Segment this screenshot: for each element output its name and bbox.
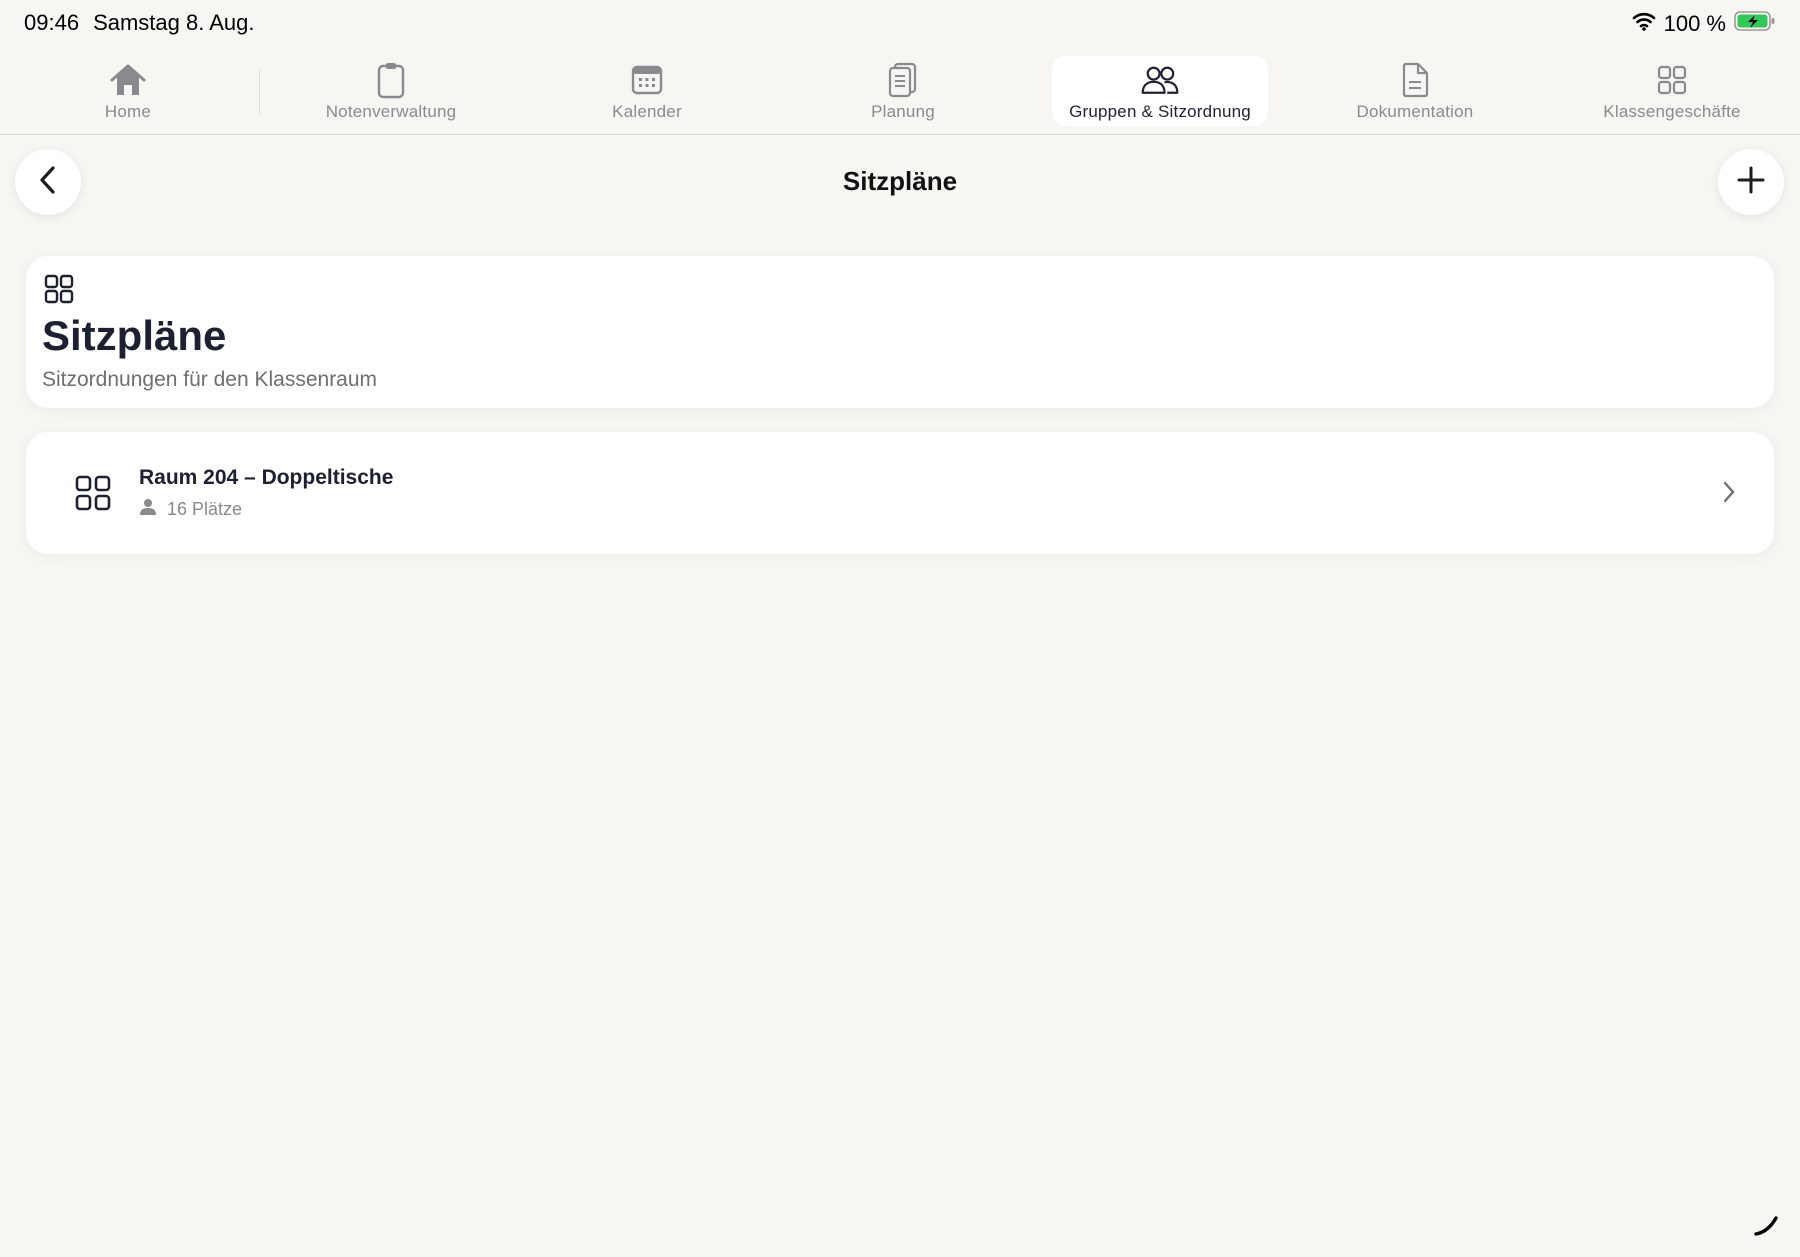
seating-plan-meta: 16 Plätze: [139, 498, 242, 521]
screen: 09:46 Samstag 8. Aug. 100 % Home Notenve…: [0, 0, 1800, 1257]
status-date: Samstag 8. Aug.: [93, 10, 255, 35]
seating-plan-list-item[interactable]: Raum 204 – Doppeltische 16 Plätze: [26, 432, 1774, 554]
calendar-icon: [627, 62, 667, 98]
status-time: 09:46: [24, 10, 80, 35]
status-time-date: 09:46 Samstag 8. Aug.: [24, 10, 255, 36]
tab-label: Planung: [871, 102, 935, 121]
section-title: Sitzpläne: [42, 312, 227, 359]
battery-percentage: 100 %: [1663, 11, 1726, 36]
wifi-icon: [1632, 11, 1656, 37]
battery-charging-icon: [1734, 10, 1776, 38]
tab-label: Dokumentation: [1356, 102, 1474, 121]
seating-plan-title: Raum 204 – Doppeltische: [139, 466, 394, 489]
tab-gruppen-sitzordnung[interactable]: Gruppen & Sitzordnung: [1052, 56, 1268, 126]
tab-dokumentation[interactable]: Dokumentation: [1310, 56, 1520, 126]
tab-bar: Home Notenverwaltung Kalender Planung Gr…: [0, 52, 1800, 135]
tab-label: Notenverwaltung: [325, 102, 457, 121]
tab-label: Klassengeschäfte: [1603, 102, 1741, 121]
tab-label: Home: [104, 102, 152, 121]
tab-label: Kalender: [612, 102, 682, 121]
tab-label: Gruppen & Sitzordnung: [1069, 102, 1251, 121]
plus-icon: [1736, 165, 1766, 200]
chevron-right-icon: [1722, 480, 1736, 509]
grid-icon: [74, 474, 112, 517]
document-icon: [1395, 62, 1435, 98]
pencil-indicator-icon: [1752, 1210, 1780, 1243]
section-subtitle: Sitzordnungen für den Klassenraum: [42, 368, 378, 391]
add-seating-plan-button[interactable]: [1718, 149, 1784, 215]
tab-home[interactable]: Home: [23, 56, 233, 126]
status-bar: 09:46 Samstag 8. Aug. 100 %: [0, 0, 1800, 48]
tab-notenverwaltung[interactable]: Notenverwaltung: [286, 56, 496, 126]
status-right: 100 %: [1632, 10, 1776, 38]
tab-klassengeschaefte[interactable]: Klassengeschäfte: [1567, 56, 1777, 126]
page-title: Sitzpläne: [842, 166, 958, 196]
clipboard-icon: [371, 62, 411, 99]
section-header-card: Sitzpläne Sitzordnungen für den Klassenr…: [26, 256, 1774, 408]
document-pages-icon: [883, 62, 923, 98]
people-icon: [1140, 62, 1180, 98]
seat-count: 16 Plätze: [167, 499, 243, 519]
tab-divider: [259, 70, 260, 114]
grid-icon: [44, 274, 74, 309]
person-icon: [139, 498, 157, 521]
home-icon: [108, 62, 148, 98]
tab-kalender[interactable]: Kalender: [542, 56, 752, 126]
tab-planung[interactable]: Planung: [798, 56, 1008, 126]
grid-icon: [1652, 62, 1692, 98]
